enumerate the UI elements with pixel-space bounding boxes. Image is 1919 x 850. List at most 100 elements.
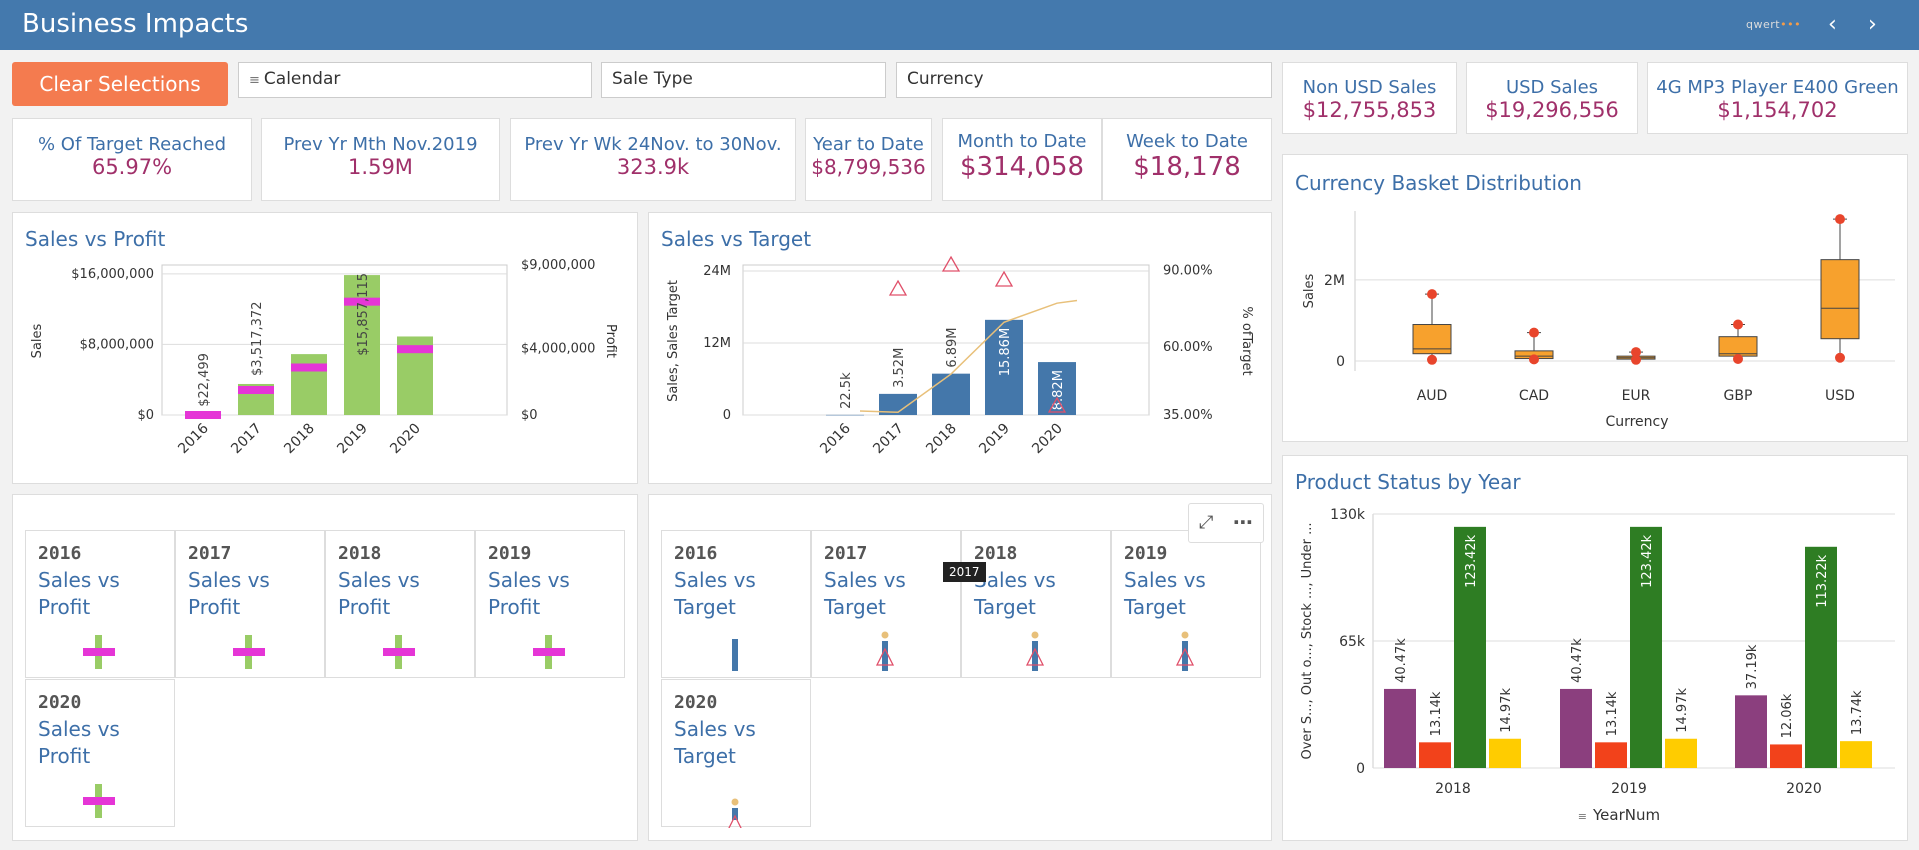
status-bar[interactable] bbox=[1489, 738, 1521, 768]
mini-percent-point bbox=[881, 631, 889, 639]
filter-label: Sale Type bbox=[612, 69, 693, 89]
filter-calendar[interactable]: ≡ Calendar bbox=[238, 62, 592, 98]
mini-profit-marker bbox=[233, 648, 265, 656]
target-card-2019[interactable]: 2019 Sales vs Target bbox=[1111, 530, 1261, 678]
status-bar[interactable] bbox=[1595, 742, 1627, 768]
x-tick-label: USD bbox=[1825, 388, 1855, 404]
x-tick-label: AUD bbox=[1417, 388, 1448, 404]
kpi-label: Week to Date bbox=[1126, 131, 1248, 152]
kpi-prev-yr-wk: Prev Yr Wk 24Nov. to 30Nov. 323.9k bbox=[510, 118, 796, 201]
sales-bar[interactable] bbox=[291, 354, 327, 415]
data-label: 37.19k bbox=[1745, 644, 1760, 689]
min-point[interactable] bbox=[1529, 354, 1539, 365]
target-card-2017[interactable]: 2017 Sales vs Target bbox=[811, 530, 961, 678]
more-icon[interactable]: ⋯ bbox=[1233, 510, 1253, 534]
expand-icon[interactable]: ⤢ bbox=[1199, 512, 1213, 533]
kpi-label: 4G MP3 Player E400 Green bbox=[1656, 77, 1899, 98]
y2-tick-label: $0 bbox=[521, 408, 538, 423]
target-marker[interactable] bbox=[888, 279, 908, 296]
mini-sales-bar bbox=[882, 641, 888, 671]
max-point[interactable] bbox=[1835, 214, 1845, 225]
min-point[interactable] bbox=[1427, 354, 1437, 365]
plot-frame bbox=[161, 264, 508, 416]
profit-card-2020[interactable]: 2020 Sales vs Profit bbox=[25, 679, 175, 827]
logo: qwert••• bbox=[1746, 18, 1801, 31]
filter-sale-type[interactable]: Sale Type bbox=[601, 62, 886, 98]
min-point[interactable] bbox=[1835, 352, 1845, 363]
target-marker[interactable] bbox=[994, 270, 1014, 287]
kpi-value: $12,755,853 bbox=[1302, 98, 1437, 122]
x-tick-label: 2018 bbox=[1435, 781, 1471, 797]
page-title: Business Impacts bbox=[22, 9, 249, 39]
profit-marker[interactable] bbox=[185, 411, 221, 419]
data-label: 113.22k bbox=[1815, 554, 1830, 607]
kpi-target-reached: % Of Target Reached 65.97% bbox=[12, 118, 252, 201]
x-tick-label: CAD bbox=[1519, 388, 1549, 404]
max-point[interactable] bbox=[1733, 319, 1743, 330]
chevron-right-icon[interactable]: › bbox=[1868, 12, 1877, 37]
x-tick-label: 2020 bbox=[1029, 421, 1066, 458]
mini-chart bbox=[383, 635, 415, 669]
x-tick-label: 2018 bbox=[923, 421, 960, 458]
filter-currency[interactable]: Currency bbox=[896, 62, 1272, 98]
target-card-2016[interactable]: 2016 Sales vs Target bbox=[661, 530, 811, 678]
clear-selections-button[interactable]: Clear Selections bbox=[12, 62, 228, 106]
y-tick-label: 0 bbox=[1336, 354, 1345, 370]
status-bar[interactable] bbox=[1735, 695, 1767, 768]
x-axis-label: YearNum bbox=[1592, 806, 1660, 824]
sales-bar[interactable] bbox=[826, 414, 864, 416]
max-point[interactable] bbox=[1529, 327, 1539, 338]
profit-card-2019[interactable]: 2019 Sales vs Profit bbox=[475, 530, 625, 678]
product-status-chart: Over S..., Out o..., Stock ..., Under ..… bbox=[1300, 507, 1895, 824]
min-point[interactable] bbox=[1733, 353, 1743, 364]
kpi-year-to-date: Year to Date $8,799,536 bbox=[805, 118, 932, 201]
sales-vs-profit-chart: Sales Profit $16,000,000 $8,000,000 $0 $9,0… bbox=[30, 258, 618, 458]
mini-chart bbox=[732, 639, 738, 671]
max-point[interactable] bbox=[1427, 289, 1437, 300]
min-point[interactable] bbox=[1631, 354, 1641, 365]
profit-card-2016[interactable]: 2016 Sales vs Profit bbox=[25, 530, 175, 678]
y2-axis-label: % ofTarget bbox=[1239, 306, 1254, 375]
x-tick-label: 2016 bbox=[175, 420, 212, 457]
mini-profit-marker bbox=[533, 648, 565, 656]
target-card-2020[interactable]: 2020 Sales vs Target bbox=[661, 679, 811, 828]
tooltip: 2017 bbox=[943, 562, 986, 582]
kpi-value: $19,296,556 bbox=[1485, 98, 1619, 122]
status-bar[interactable] bbox=[1840, 741, 1872, 768]
box[interactable] bbox=[1820, 259, 1860, 340]
x-tick-label: 2020 bbox=[1786, 781, 1822, 797]
product-status-panel: Product Status by Year Over S..., Out o.… bbox=[1282, 455, 1908, 841]
target-cards-panel: 2016 Sales vs Target 2017 Sales vs Target 20… bbox=[648, 494, 1272, 841]
y-tick-label: 130k bbox=[1330, 507, 1366, 523]
status-bar[interactable] bbox=[1665, 738, 1697, 768]
profit-marker[interactable] bbox=[238, 386, 274, 394]
sales-bar[interactable] bbox=[932, 373, 970, 415]
filter-list-icon: ≡ bbox=[1578, 810, 1587, 823]
kpi-label: Month to Date bbox=[957, 131, 1087, 152]
status-bar[interactable] bbox=[1419, 742, 1451, 768]
kpi-value: $18,178 bbox=[1133, 152, 1241, 182]
profit-cards-panel: 2016 Sales vs Profit 2017 Sales vs Profit 20… bbox=[12, 494, 638, 841]
status-bar[interactable] bbox=[1560, 688, 1592, 768]
y-tick-label: 0 bbox=[1356, 761, 1365, 777]
profit-marker[interactable] bbox=[291, 363, 327, 372]
mini-percent-point bbox=[1181, 631, 1189, 639]
status-bar[interactable] bbox=[1384, 688, 1416, 768]
profit-card-2018[interactable]: 2018 Sales vs Profit bbox=[325, 530, 475, 678]
data-label: $22,499 bbox=[197, 353, 212, 407]
data-label: 14.97k bbox=[1675, 688, 1690, 733]
kpi-week-to-date: Week to Date $18,178 bbox=[1102, 118, 1272, 201]
target-marker[interactable] bbox=[941, 255, 961, 272]
chevron-left-icon[interactable]: ‹ bbox=[1828, 12, 1837, 37]
profit-card-2017[interactable]: 2017 Sales vs Profit bbox=[175, 530, 325, 678]
x-tick-label: GBP bbox=[1724, 388, 1753, 404]
kpi-label: % Of Target Reached bbox=[37, 134, 227, 155]
x-tick-label: 2017 bbox=[228, 421, 265, 458]
target-card-2018[interactable]: 2018 Sales vs Target bbox=[961, 530, 1111, 678]
data-label: 14.97k bbox=[1499, 688, 1514, 733]
data-label: 123.42k bbox=[1464, 534, 1479, 587]
status-bar[interactable] bbox=[1770, 744, 1802, 768]
profit-marker[interactable] bbox=[397, 345, 433, 354]
sales-vs-target-panel: Sales vs Target Sales, Sales Target % of… bbox=[648, 212, 1272, 484]
x-tick-label: 2020 bbox=[387, 421, 424, 458]
